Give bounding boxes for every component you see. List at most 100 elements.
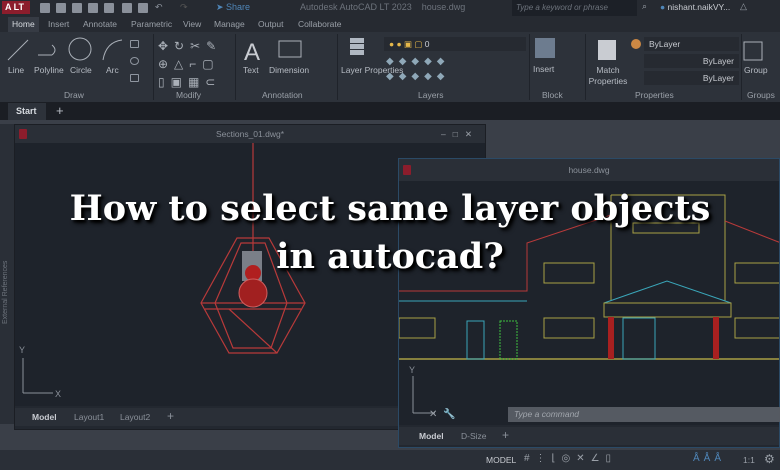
ellipse-icon[interactable] [130, 57, 139, 65]
search-icon[interactable]: ⌕ [642, 1, 647, 12]
save-icon[interactable] [72, 3, 82, 13]
add-layout-button[interactable]: + [502, 428, 509, 442]
close-command-icon[interactable]: ✕ [429, 409, 437, 420]
app-title: Autodesk AutoCAD LT 2023 house.dwg [300, 2, 465, 12]
block-panel-label[interactable]: Block [542, 90, 563, 100]
match-properties-button[interactable]: Match Properties [588, 65, 628, 87]
undo-icon[interactable]: ↶ [155, 2, 163, 13]
ribbon: A Line Polyline Circle Arc Draw ✥↻✂✎ ⊕△⌐▢… [0, 32, 780, 102]
model-space-button[interactable]: MODEL [486, 455, 516, 465]
divider [741, 34, 742, 100]
new-icon[interactable] [40, 3, 50, 13]
sections-window-titlebar: Sections_01.dwg* ‒□✕ [15, 125, 485, 143]
layer-dropdown[interactable]: ● ● ▣ ▢ 0 [384, 37, 526, 51]
tab-view[interactable]: View [183, 19, 201, 29]
user-name: nishant.naikVY... [667, 2, 731, 12]
headline-line-2: in autocad? [276, 236, 504, 277]
new-tab-button[interactable]: + [56, 103, 64, 118]
y-axis-icon: Y [19, 345, 25, 355]
color-dropdown[interactable]: ByLayer [644, 37, 739, 51]
layout-tabs: Model D-Size + [399, 427, 779, 445]
share-label: Share [226, 2, 251, 12]
headline-line-1: How to select same layer objects [69, 188, 711, 229]
tab-layout1[interactable]: Layout1 [74, 412, 104, 422]
status-toggles[interactable]: #⋮⌊◎✕∠▯ [524, 453, 617, 464]
status-bar: MODEL #⋮⌊◎✕∠▯ ÅÅÅ 1:1 ⚙ [0, 450, 780, 470]
autodesk-app-icon[interactable]: △ [740, 1, 747, 12]
annotation-scale-icons[interactable]: ÅÅÅ [693, 453, 725, 464]
tab-layout2[interactable]: Layout2 [120, 412, 150, 422]
ribbon-tabs: Home Insert Annotate Parametric View Man… [0, 16, 780, 32]
polyline-tool[interactable]: Polyline [34, 65, 64, 75]
tab-parametric[interactable]: Parametric [131, 19, 172, 29]
tab-output[interactable]: Output [258, 19, 284, 29]
insert-block-button[interactable]: Insert [533, 64, 554, 74]
y-axis-icon: Y [409, 365, 415, 375]
file-name: house.dwg [421, 2, 466, 12]
divider [585, 34, 586, 100]
lightbulb-icon: ● ● ▣ ▢ [389, 39, 423, 49]
annotation-scale[interactable]: 1:1 [743, 455, 755, 465]
window-controls[interactable]: ‒□✕ [441, 125, 479, 143]
circle-tool[interactable]: Circle [70, 65, 92, 75]
user-menu[interactable]: ● nishant.naikVY... [660, 2, 730, 12]
divider [153, 34, 154, 100]
text-tool[interactable]: Text [243, 65, 259, 75]
linetype-dropdown[interactable]: ByLayer [644, 54, 739, 68]
tab-insert[interactable]: Insert [48, 19, 69, 29]
plot-icon[interactable] [138, 3, 148, 13]
properties-panel-label[interactable]: Properties [635, 90, 674, 100]
annotation-panel-label[interactable]: Annotation [262, 90, 303, 100]
tab-collaborate[interactable]: Collaborate [298, 19, 341, 29]
line-tool[interactable]: Line [8, 65, 24, 75]
customize-wrench-icon[interactable]: 🔧 [443, 409, 455, 420]
hatch-icon[interactable] [130, 74, 139, 82]
draw-panel-label[interactable]: Draw [64, 90, 84, 100]
headline-overlay: How to select same layer objects in auto… [0, 185, 780, 281]
import-icon[interactable] [122, 3, 132, 13]
sections-window-title: Sections_01.dwg* [215, 129, 285, 139]
lineweight-dropdown[interactable]: ByLayer [644, 71, 739, 85]
arc-tool[interactable]: Arc [106, 65, 119, 75]
document-tab-bar [0, 102, 780, 120]
current-layer: 0 [424, 39, 430, 49]
app-logo[interactable]: A LT [2, 1, 30, 14]
modify-panel-label[interactable]: Modify [176, 90, 201, 100]
house-window-title: house.dwg [568, 165, 610, 175]
gear-icon[interactable]: ⚙ [764, 452, 775, 466]
tab-model[interactable]: Model [419, 431, 444, 441]
search-input[interactable]: Type a keyword or phrase [512, 0, 637, 16]
add-layout-button[interactable]: + [167, 409, 174, 423]
tab-d-size[interactable]: D-Size [461, 431, 487, 441]
modify-tools[interactable]: ✥↻✂✎ ⊕△⌐▢ ▯▣▦⊂ [158, 37, 222, 91]
save-as-icon[interactable] [88, 3, 98, 13]
divider [337, 34, 338, 100]
app-name: Autodesk AutoCAD LT 2023 [300, 2, 412, 12]
share-button[interactable]: ➤ Share [216, 2, 250, 13]
redo-icon[interactable]: ↷ [180, 2, 188, 13]
x-axis-icon: X [55, 389, 61, 399]
autocad-icon [19, 129, 27, 139]
open-icon[interactable] [56, 3, 66, 13]
start-tab[interactable]: Start [8, 103, 46, 120]
autocad-icon [403, 165, 411, 175]
command-line-input[interactable]: Type a command [508, 407, 780, 422]
dimension-tool[interactable]: Dimension [269, 65, 309, 75]
groups-panel-label[interactable]: Groups [747, 90, 775, 100]
layers-panel-label[interactable]: Layers [418, 90, 444, 100]
group-button[interactable]: Group [744, 65, 768, 75]
title-bar: A LT ↶ ↷ ➤ Share Autodesk AutoCAD LT 202… [0, 0, 780, 16]
layout-tabs: Model Layout1 Layout2 + [15, 408, 399, 426]
web-mobile-icon[interactable] [104, 3, 114, 13]
tab-model[interactable]: Model [32, 412, 57, 422]
divider [235, 34, 236, 100]
divider [529, 34, 530, 100]
svg-text:A: A [244, 39, 260, 66]
tab-annotate[interactable]: Annotate [83, 19, 117, 29]
tab-home[interactable]: Home [8, 17, 39, 32]
tab-manage[interactable]: Manage [214, 19, 245, 29]
layer-tools[interactable]: ◆◆◆◆◆ ◆◆◆◆◆ [386, 54, 449, 84]
rectangle-icon[interactable] [130, 40, 139, 48]
house-window-titlebar: house.dwg [399, 159, 779, 181]
user-icon: ● [660, 2, 666, 12]
